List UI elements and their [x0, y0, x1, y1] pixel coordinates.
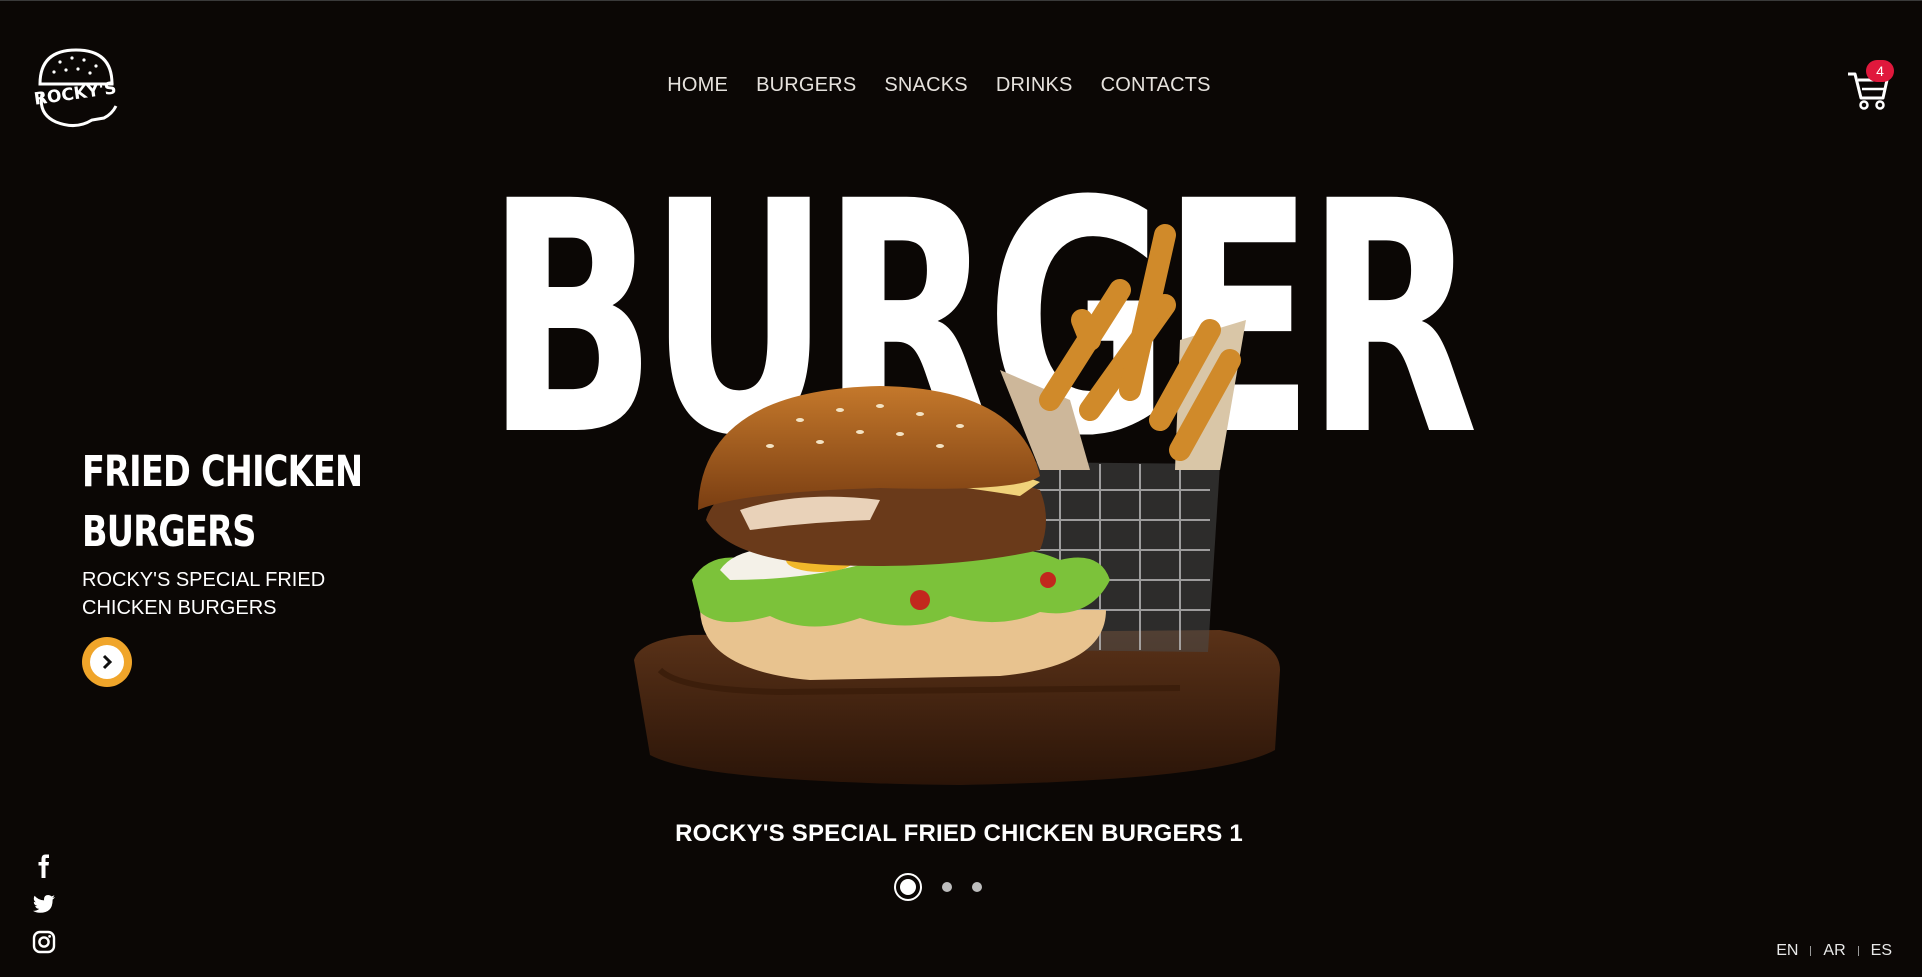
slider-pagination: [894, 873, 982, 901]
nav-snacks[interactable]: SNACKS: [884, 74, 967, 97]
lang-divider: [1857, 946, 1859, 956]
top-border: [0, 0, 1922, 1]
burger-and-fries-image: [634, 224, 1280, 785]
slider-dot-1[interactable]: [894, 873, 922, 901]
slide-title-line1: FRIED CHICKEN: [82, 447, 363, 497]
lang-divider: [1810, 946, 1812, 956]
nav-contacts[interactable]: CONTACTS: [1101, 74, 1211, 97]
nav-drinks[interactable]: DRINKS: [996, 74, 1073, 97]
language-switcher: EN AR ES: [1776, 942, 1892, 960]
slide-title-line2: BURGERS: [82, 507, 256, 557]
nav-burgers[interactable]: BURGERS: [756, 74, 856, 97]
slide-caption: ROCKY'S SPECIAL FRIED CHICKEN BURGERS 1: [675, 820, 1243, 847]
slide-info: FRIED CHICKEN BURGERS ROCKY'S SPECIAL FR…: [82, 442, 382, 622]
slider-dot-3[interactable]: [972, 882, 982, 892]
nav-home[interactable]: HOME: [667, 74, 728, 97]
main-nav: HOME BURGERS SNACKS DRINKS CONTACTS: [0, 74, 1922, 97]
lang-en[interactable]: EN: [1776, 942, 1798, 960]
next-slide-button[interactable]: [82, 637, 132, 687]
instagram-icon[interactable]: [32, 930, 56, 954]
lang-es[interactable]: ES: [1871, 942, 1892, 960]
chevron-right-icon: [90, 645, 124, 679]
social-links: [32, 854, 56, 954]
facebook-icon[interactable]: [32, 854, 56, 878]
twitter-icon[interactable]: [32, 892, 56, 916]
slide-subtitle: ROCKY'S SPECIAL FRIED CHICKEN BURGERS: [82, 569, 326, 619]
slider-dot-2[interactable]: [942, 882, 952, 892]
cart-count-badge: 4: [1866, 60, 1894, 82]
lang-ar[interactable]: AR: [1823, 942, 1845, 960]
